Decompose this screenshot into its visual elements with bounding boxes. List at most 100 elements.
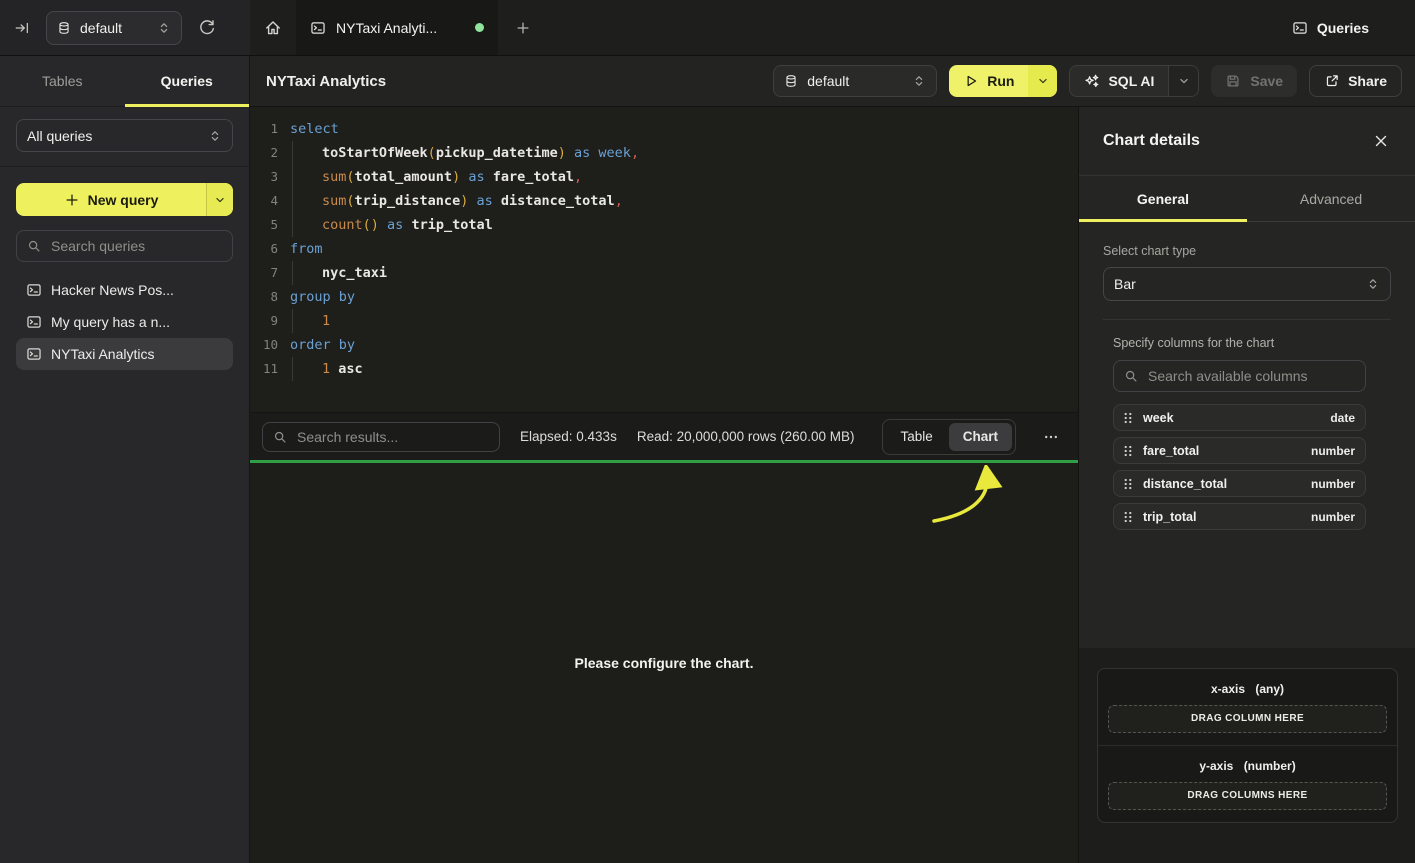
- query-search-input[interactable]: [49, 237, 222, 255]
- panel-tab-general[interactable]: General: [1079, 176, 1247, 221]
- terminal-icon: [26, 282, 42, 298]
- database-icon: [57, 21, 71, 35]
- saved-query-list: Hacker News Pos...My query has a n...NYT…: [0, 270, 249, 374]
- code-content: 1: [278, 309, 330, 333]
- column-type-badge: number: [1311, 510, 1355, 524]
- sidebar-tabs: TablesQueries: [0, 56, 249, 107]
- share-icon: [1324, 73, 1340, 89]
- code-content: toStartOfWeek(pickup_datetime) as week,: [278, 141, 639, 165]
- chart-canvas-area: Please configure the chart.: [250, 463, 1078, 863]
- header-database-selector[interactable]: default: [773, 65, 937, 97]
- query-list-item[interactable]: My query has a n...: [16, 306, 233, 338]
- line-number: 3: [250, 165, 278, 189]
- results-more-button[interactable]: [1036, 423, 1066, 451]
- column-name: trip_total: [1143, 510, 1196, 524]
- sql-token: asc: [338, 361, 362, 377]
- sidebar-tab-tables[interactable]: Tables: [0, 56, 125, 106]
- indent-guide: [292, 309, 293, 333]
- collapse-sidebar-button[interactable]: [14, 20, 30, 36]
- panel-close-button[interactable]: [1373, 133, 1389, 149]
- sparkles-icon: [1084, 73, 1100, 89]
- x-axis-dropzone[interactable]: DRAG COLUMN HERE: [1108, 705, 1387, 733]
- editor-tab-nytaxi[interactable]: NYTaxi Analyti...: [296, 0, 498, 55]
- sql-token: distance_total: [501, 193, 615, 209]
- columns-section: Specify columns for the chart weekdatefa…: [1103, 336, 1391, 530]
- column-type-badge: number: [1311, 444, 1355, 458]
- tab-strip: NYTaxi Analyti... Queries: [250, 0, 1415, 55]
- chevron-updown-icon: [157, 21, 171, 35]
- code-line: 7nyc_taxi: [250, 261, 1078, 285]
- code-line: 4sum(trip_distance) as distance_total,: [250, 189, 1078, 213]
- column-chip-week[interactable]: weekdate: [1113, 404, 1366, 431]
- indent-guide: [292, 261, 293, 285]
- sql-token: as: [574, 145, 590, 161]
- query-filter-select[interactable]: All queries: [16, 119, 233, 152]
- code-line: 5count() as trip_total: [250, 213, 1078, 237]
- sql-token: ,: [574, 169, 582, 185]
- query-list-item[interactable]: Hacker News Pos...: [16, 274, 233, 306]
- indent-guide: [292, 141, 293, 165]
- drag-handle-icon: [1121, 411, 1135, 425]
- query-search-box: [16, 230, 233, 262]
- sql-ai-button[interactable]: SQL AI: [1069, 65, 1199, 97]
- query-filter-row: All queries: [0, 107, 249, 167]
- columns-search-input[interactable]: [1146, 367, 1355, 385]
- topbar-database-value: default: [80, 20, 148, 36]
- panel-title: Chart details: [1103, 132, 1200, 150]
- view-tab-chart[interactable]: Chart: [949, 423, 1012, 451]
- results-search-input[interactable]: [295, 428, 489, 446]
- topbar-database-selector[interactable]: default: [46, 11, 182, 45]
- new-tab-button[interactable]: [498, 0, 548, 55]
- sql-editor[interactable]: 1 select 2toStartOfWeek(pickup_datetime) a…: [250, 107, 1078, 412]
- code-line: 2toStartOfWeek(pickup_datetime) as week,: [250, 141, 1078, 165]
- sql-token: total_amount: [355, 169, 453, 185]
- refresh-button[interactable]: [198, 19, 216, 37]
- terminal-icon: [26, 314, 42, 330]
- column-chip-trip_total[interactable]: trip_total number: [1113, 503, 1366, 530]
- sql-token: [379, 217, 387, 233]
- sql-console-app: default NYTaxi Analyti... Queries: [0, 0, 1415, 863]
- run-options-toggle[interactable]: [1028, 65, 1057, 97]
- run-button[interactable]: Run: [949, 65, 1057, 97]
- queries-menu-button[interactable]: Queries: [1286, 0, 1375, 55]
- chevron-down-icon: [213, 193, 227, 207]
- column-chip-distance_total[interactable]: distance_totalnumber: [1113, 470, 1366, 497]
- code-line: 3sum(total_amount) as fare_total,: [250, 165, 1078, 189]
- query-list-item[interactable]: NYTaxi Analytics: [16, 338, 233, 370]
- main-region: NYTaxi Analytics default Run: [250, 56, 1415, 863]
- ellipsis-icon: [1043, 429, 1059, 445]
- sql-token: (: [346, 193, 354, 209]
- chart-type-select[interactable]: Bar: [1103, 267, 1391, 301]
- y-axis-dropzone[interactable]: DRAG COLUMNS HERE: [1108, 782, 1387, 810]
- header-database-value: default: [807, 73, 903, 89]
- new-query-dropdown-toggle[interactable]: [206, 183, 233, 216]
- results-toolbar: Elapsed: 0.433s Read: 20,000,000 rows (2…: [250, 412, 1078, 460]
- panel-tab-label: General: [1137, 191, 1189, 207]
- sql-token: as: [476, 193, 492, 209]
- chart-details-panel: Chart details GeneralAdvanced Select cha…: [1078, 107, 1415, 863]
- x-axis-label: x-axis: [1211, 682, 1245, 696]
- sql-token: select: [290, 121, 339, 137]
- top-bar-left: default: [0, 0, 250, 55]
- new-query-button[interactable]: New query: [16, 183, 233, 216]
- search-icon: [273, 430, 287, 444]
- share-button[interactable]: Share: [1309, 65, 1402, 97]
- sql-token: trip_total: [411, 217, 492, 233]
- line-number: 10: [250, 333, 278, 357]
- sql-token: nyc_taxi: [322, 265, 387, 281]
- column-chip-fare_total[interactable]: fare_totalnumber: [1113, 437, 1366, 464]
- line-number: 11: [250, 357, 278, 381]
- code-content: count() as trip_total: [278, 213, 493, 237]
- save-button[interactable]: Save: [1211, 65, 1297, 97]
- home-button[interactable]: [250, 0, 296, 55]
- line-number: 5: [250, 213, 278, 237]
- sidebar-tab-queries[interactable]: Queries: [125, 56, 250, 106]
- terminal-icon: [26, 346, 42, 362]
- line-number: 6: [250, 237, 278, 261]
- sql-token: from: [290, 241, 323, 257]
- sql-ai-dropdown-toggle[interactable]: [1168, 66, 1198, 96]
- close-icon: [1373, 133, 1389, 149]
- view-tab-table[interactable]: Table: [886, 423, 946, 451]
- line-number: 2: [250, 141, 278, 165]
- panel-tab-advanced[interactable]: Advanced: [1247, 176, 1415, 221]
